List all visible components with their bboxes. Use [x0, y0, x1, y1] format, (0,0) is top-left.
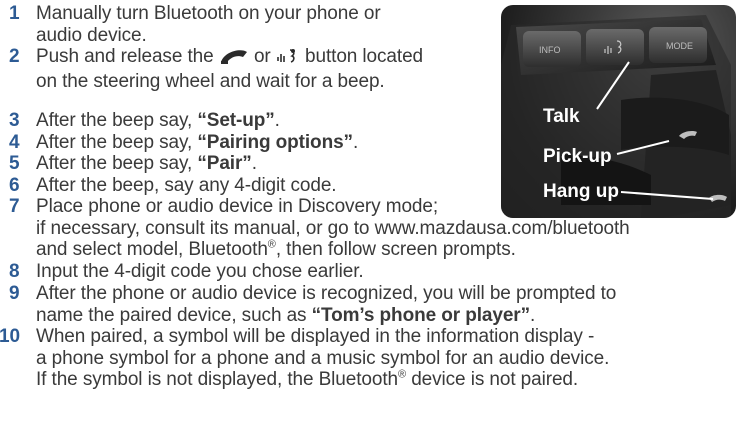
- step-number: 4: [9, 132, 20, 153]
- hangup-label: Hang up: [543, 181, 619, 202]
- pickup-label: Pick-up: [543, 146, 612, 167]
- step-text: Input the 4-digit code you chose earlier…: [36, 261, 364, 282]
- phone-pickup-icon: [219, 47, 249, 71]
- mode-button-label: MODE: [666, 41, 693, 51]
- step-number: 1: [9, 3, 20, 24]
- step-text: After the beep say, “Pairing options”.: [36, 132, 359, 153]
- step-number: 3: [9, 110, 20, 131]
- voice-talk-icon: [276, 47, 300, 71]
- step-number: 10: [0, 326, 20, 347]
- step-text: After the beep say, “Set-up”.: [36, 110, 280, 131]
- step-text: After the beep, say any 4-digit code.: [36, 175, 337, 196]
- info-button-label: INFO: [539, 45, 561, 55]
- step-number: 6: [9, 175, 20, 196]
- step-text: Manually turn Bluetooth on your phone or…: [36, 3, 381, 46]
- step-number: 9: [9, 283, 20, 304]
- step-number: 5: [9, 153, 20, 174]
- step-text: When paired, a symbol will be displayed …: [36, 326, 610, 390]
- step-number: 7: [9, 196, 20, 217]
- step-number: 2: [9, 46, 20, 67]
- step-text: After the phone or audio device is recog…: [36, 283, 617, 326]
- steering-wheel-controls-photo: INFO MODE Talk Pick-up Hang up: [501, 5, 736, 218]
- step-text: After the beep say, “Pair”.: [36, 153, 257, 174]
- step-number: 8: [9, 261, 20, 282]
- talk-label: Talk: [543, 106, 580, 127]
- step-text: Push and release the or button located o…: [36, 46, 424, 92]
